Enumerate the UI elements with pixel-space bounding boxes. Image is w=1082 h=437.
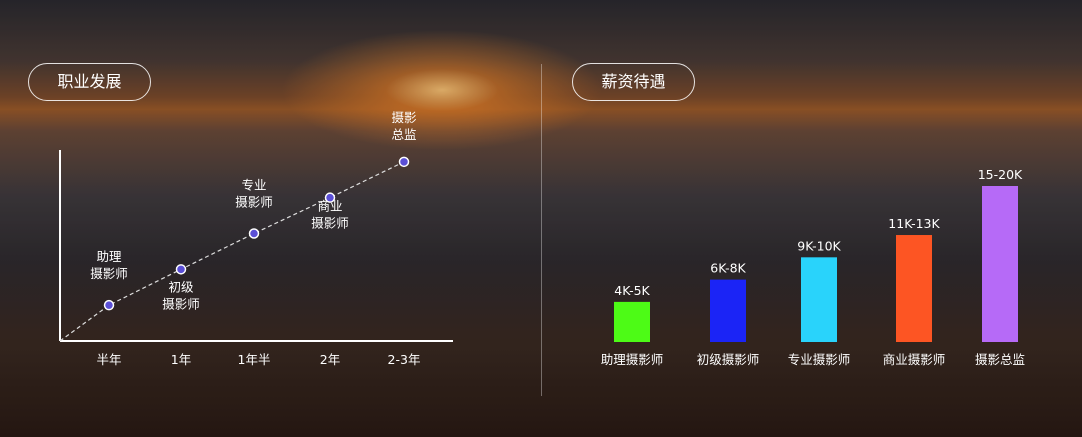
- career-point-label: 初级: [168, 279, 194, 294]
- charts-canvas: 助理摄影师半年初级摄影师1年专业摄影师1年半商业摄影师2年摄影总监2-3年 4K…: [59, 110, 1025, 367]
- career-point: [103, 299, 115, 311]
- career-point: [398, 156, 410, 168]
- salary-category-label: 助理摄影师: [601, 352, 664, 367]
- career-point-label: 专业: [241, 178, 266, 193]
- salary-bar: [710, 279, 746, 342]
- career-point-label: 商业: [317, 199, 342, 214]
- salary-value-label: 11K-13K: [888, 216, 940, 231]
- salary-category-label: 初级摄影师: [697, 352, 760, 367]
- career-point-label: 摄影师: [311, 216, 349, 231]
- salary-bar: [896, 235, 932, 342]
- career-point-label: 摄影师: [162, 296, 200, 311]
- salary-value-label: 15-20K: [978, 167, 1023, 182]
- salary-category-label: 专业摄影师: [788, 352, 851, 367]
- salary-value-label: 4K-5K: [614, 283, 650, 298]
- salary-category-label: 商业摄影师: [883, 352, 946, 367]
- career-point-label: 摄影师: [90, 266, 128, 281]
- salary-category-label: 摄影总监: [975, 352, 1025, 367]
- x-tick-label: 1年: [171, 352, 191, 367]
- x-tick-label: 2年: [320, 352, 340, 367]
- salary-value-label: 6K-8K: [710, 261, 746, 276]
- salary-bar: [614, 301, 650, 342]
- x-tick-label: 半年: [96, 352, 121, 367]
- career-point-label: 摄影师: [235, 195, 273, 210]
- career-line-chart: 助理摄影师半年初级摄影师1年专业摄影师1年半商业摄影师2年摄影总监2-3年: [59, 110, 453, 367]
- career-point-label: 总监: [391, 127, 416, 142]
- career-point-label: 摄影: [391, 110, 417, 125]
- career-point-label: 助理: [96, 249, 122, 264]
- salary-bar: [801, 257, 837, 342]
- x-tick-label: 1年半: [238, 352, 271, 367]
- salary-bar: [982, 186, 1018, 342]
- salary-bar-chart: 4K-5K 助理摄影师 6K-8K 初级摄影师 9K-10K 专业摄影师 11K-13K 商业…: [601, 167, 1025, 367]
- salary-career-infographic: 职业发展 薪资待遇 助理 摄影师 半年 初级 摄影师 1年 专业 摄影师 1年半 商业 摄影师 2年摄…: [0, 0, 1082, 437]
- career-point: [248, 228, 260, 239]
- x-tick-label: 2-3年: [388, 352, 421, 367]
- salary-value-label: 9K-10K: [797, 238, 841, 253]
- career-point: [175, 264, 187, 275]
